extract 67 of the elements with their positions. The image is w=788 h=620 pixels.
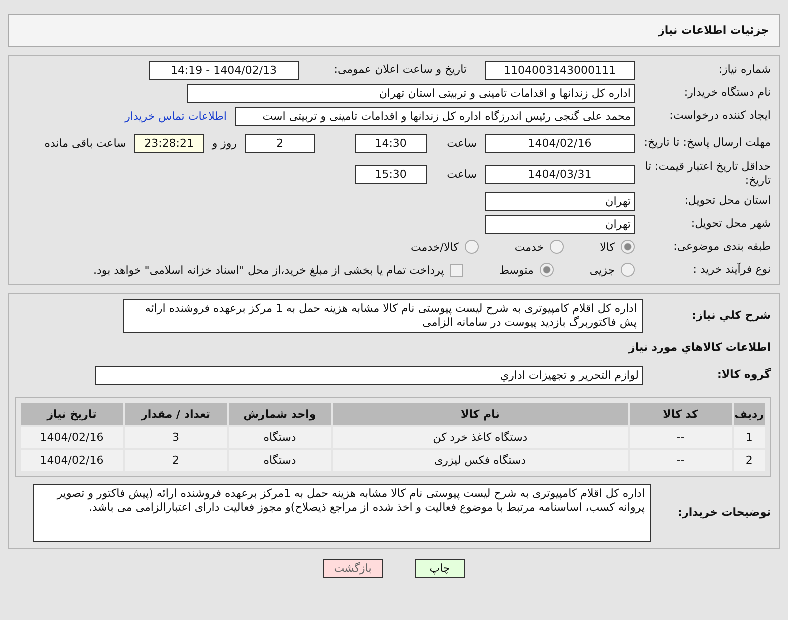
field-label: پرداخت تمام یا بخشی از مبلغ خرید،از محل "اسناد خزانه اسلامی" خواهد بود.	[94, 264, 444, 276]
field-label: استان محل تحویل:	[684, 194, 771, 208]
text-field[interactable]: 2	[245, 134, 316, 152]
text-field[interactable]: 1404/02/13 - 14:19	[149, 60, 299, 80]
table-cell: دستگاه کاغذ خرد کن	[333, 427, 628, 448]
text-area[interactable]: اداره کل اقلام کامپیوتری به شرح لیست پیوستی نام کالا مشابه هزینه حمل به 1 مرکز برعهده فروشنده ارائه پش فاکتوربرگ بازدید پیوست در سامانه الزامی	[123, 299, 643, 333]
field-label: جزیی	[590, 264, 615, 276]
field-label: ساعت	[447, 136, 477, 150]
table-cell: 1404/02/16	[21, 450, 123, 471]
text-field[interactable]: تهران	[485, 214, 635, 234]
text-field[interactable]: 1104003143000111	[485, 60, 635, 80]
text-field[interactable]: لوازم التحرير و تجهيزات اداري	[95, 366, 643, 384]
table-cell: دستگاه	[229, 450, 331, 471]
field-label: کالا	[600, 240, 615, 254]
column-header: تاريخ نياز	[21, 403, 123, 425]
table-cell: 2	[125, 450, 227, 471]
field-label: متوسط	[499, 264, 534, 276]
page-title: جزئیات اطلاعات نیاز	[8, 14, 780, 47]
field-label: نوع فرآیند خرید :	[692, 263, 771, 277]
column-header: واحد شمارش	[229, 403, 331, 425]
field-label: کالا/خدمت	[411, 240, 459, 254]
field-label: مهلت ارسال پاسخ: تا تاریخ:	[643, 136, 771, 150]
text-field[interactable]: 1404/03/31	[485, 164, 635, 184]
text-field[interactable]: 15:30	[355, 164, 428, 184]
text-area[interactable]: اداره کل اقلام کامپیوتری به شرح لیست پیوستی نام کالا مشابه هزینه حمل به 1مرکز برعهده فروشنده ارائه (پیش فاکتور و تصویر پروانه کسب، اساسنامه مرتبط با موضوع فعالیت و اخذ شده از مراجع ذیصلاح)و مجوز فعالیت دارای اعتبارالزامی می باشد.	[33, 484, 651, 542]
field-label: نام دستگاه خریدار:	[683, 86, 771, 100]
text-field[interactable]: تهران	[485, 192, 635, 210]
column-header: کد کالا	[630, 403, 732, 425]
section-heading: اطلاعات کالاهاي مورد نياز	[629, 340, 771, 354]
back-button[interactable]: بازگشت	[323, 559, 383, 578]
text-field[interactable]: محمد علی گنجی رئیس اندرزگاه اداره کل زندانها و اقدامات تامینی و تربیتی است	[235, 106, 635, 126]
contact-link[interactable]: اطلاعات تماس خریدار	[125, 110, 227, 122]
radio-button[interactable]	[540, 263, 554, 277]
text-field[interactable]: 23:28:21	[134, 134, 204, 152]
text-field[interactable]: 14:30	[355, 134, 428, 152]
table-cell: 2	[734, 450, 765, 471]
table-cell: دستگاه	[229, 427, 331, 448]
field-label: گروه کالا:	[716, 368, 771, 382]
column-header: نام کالا	[333, 403, 628, 425]
field-label: حداقل تاریخ اعتبار قیمت: تا تاریخ:	[644, 160, 771, 188]
field-label: شماره نیاز:	[718, 63, 771, 77]
field-label: روز و	[212, 136, 238, 150]
table-cell: دستگاه فکس لیزری	[333, 450, 628, 471]
text-field[interactable]: اداره کل زندانها و اقدامات تامینی و تربیتی استان تهران	[187, 84, 635, 102]
field-label: ایجاد کننده درخواست:	[668, 109, 771, 123]
print-button[interactable]: چاپ	[415, 559, 465, 578]
radio-button[interactable]	[621, 263, 635, 277]
field-label: تاریخ و ساعت اعلان عمومی:	[333, 63, 467, 77]
radio-button[interactable]	[621, 240, 635, 254]
column-header: تعداد / مقدار	[125, 403, 227, 425]
field-label: طبقه بندی موضوعی:	[672, 240, 771, 254]
table-cell: 3	[125, 427, 227, 448]
radio-button[interactable]	[464, 240, 479, 254]
text-field[interactable]: 1404/02/16	[485, 134, 635, 152]
column-header: رديف	[734, 403, 765, 425]
table-cell: 1404/02/16	[21, 427, 123, 448]
field-label: ساعت باقی مانده	[44, 136, 126, 150]
checkbox[interactable]	[450, 264, 464, 276]
radio-button[interactable]	[550, 240, 564, 254]
field-label: خدمت	[514, 240, 544, 254]
field-label: شرح کلي نياز:	[691, 309, 771, 323]
field-label: ساعت	[447, 168, 477, 180]
table-cell: --	[630, 427, 732, 448]
field-label: توضیحات خریدار:	[677, 506, 771, 520]
table-cell: --	[630, 450, 732, 471]
table-cell: 1	[734, 427, 765, 448]
field-label: شهر محل تحویل:	[690, 217, 771, 231]
